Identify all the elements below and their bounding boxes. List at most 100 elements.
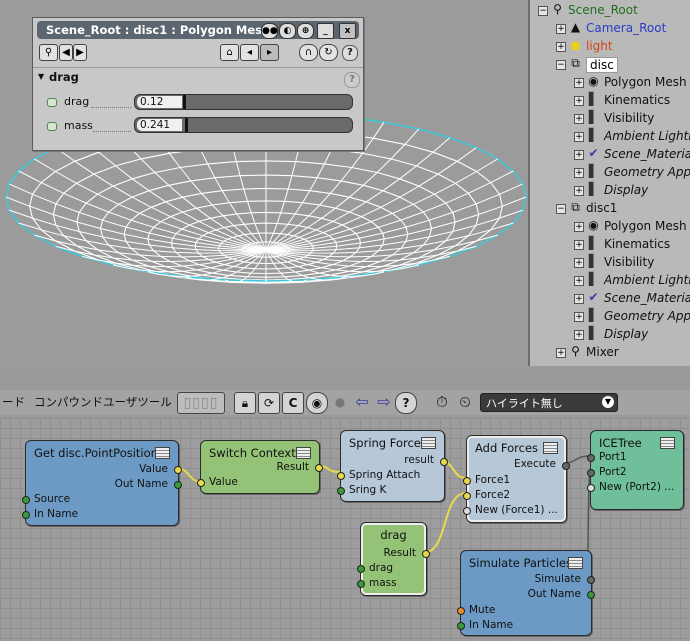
port-in-name[interactable] [22, 511, 30, 519]
property-panel-titlebar[interactable]: Scene_Root : disc1 : Polygon Mesh ... ●●… [37, 21, 359, 39]
property-panel[interactable]: Scene_Root : disc1 : Polygon Mesh ... ●●… [32, 17, 364, 151]
tree-item[interactable]: − ⧉ disc1 [530, 200, 690, 218]
expand-icon[interactable]: + [574, 132, 584, 142]
tree-item[interactable]: + ● light [530, 38, 690, 56]
tree-item[interactable]: + ▌ Visibility [530, 254, 690, 272]
key-icon[interactable]: ⚲ [39, 44, 58, 61]
node-menu-icon[interactable] [155, 447, 170, 459]
tree-item[interactable]: + ▌ Display [530, 326, 690, 344]
scene-explorer[interactable]: − ⚲ Scene_Root + ▲ Camera_Root + ● light − ⧉ disc + ◉… [528, 0, 690, 366]
port-mass[interactable] [357, 580, 365, 588]
expand-icon[interactable]: + [574, 186, 584, 196]
mass-value[interactable]: 0.241 [137, 119, 182, 131]
help-icon[interactable]: ? [395, 392, 417, 414]
refresh-icon[interactable]: ↻ [319, 44, 338, 61]
tree-item[interactable]: − ⧉ disc [530, 56, 690, 74]
port-force1[interactable] [463, 477, 471, 485]
node-menu-icon[interactable] [568, 557, 583, 569]
node-drag[interactable]: drag Result drag mass [357, 522, 430, 596]
port-result[interactable] [440, 458, 448, 466]
port-result[interactable] [315, 464, 323, 472]
tree-item[interactable]: + ✔ Scene_Material [530, 146, 690, 164]
node-menu-icon[interactable] [296, 447, 311, 459]
expand-icon[interactable]: + [574, 312, 584, 322]
collapse-icon[interactable]: − [556, 60, 566, 70]
expand-icon[interactable]: + [574, 240, 584, 250]
port-execute[interactable] [562, 462, 570, 470]
node-ice-tree[interactable]: ICETree Port1 Port2 New (Port2) ... [587, 430, 684, 510]
port-port1[interactable] [587, 454, 595, 462]
expand-icon[interactable]: + [556, 348, 566, 358]
node-switch-context[interactable]: Switch Context Result Value [197, 440, 323, 494]
port-in-name[interactable] [457, 622, 465, 630]
tree-item[interactable]: − ⚲ Scene_Root [530, 2, 690, 20]
highlight-select[interactable]: ハイライト無し ▼ [480, 393, 618, 412]
menu-compound[interactable]: コンパウンド [34, 394, 103, 410]
tree-item[interactable]: + ▌ Ambient Lighting [530, 128, 690, 146]
magnet-icon[interactable]: ∩ [299, 44, 318, 61]
stopwatch-icon[interactable]: ⏱ [432, 392, 452, 412]
tree-item[interactable]: + ◉ Polygon Mesh [530, 74, 690, 92]
expand-icon[interactable]: + [574, 168, 584, 178]
minimize-button[interactable]: _ [317, 23, 334, 39]
node-get-point-position[interactable]: Get disc.PointPosition Value Out Name So… [22, 440, 182, 526]
tree-item[interactable]: + ▌ Visibility [530, 110, 690, 128]
mass-slider[interactable]: 0.241 [134, 117, 353, 133]
expand-icon[interactable]: + [574, 78, 584, 88]
tree-item[interactable]: + ▌ Ambient Lighting [530, 272, 690, 290]
memo-slots-icon[interactable]: ▯▯▯▯ [177, 392, 225, 414]
globe-icon[interactable]: ◐ [279, 23, 296, 39]
expand-icon[interactable]: + [574, 114, 584, 124]
port-new-port[interactable] [587, 484, 595, 492]
drag-slider[interactable]: 0.12 [134, 94, 353, 110]
expand-icon[interactable]: + [574, 258, 584, 268]
node-menu-icon[interactable] [421, 437, 436, 449]
close-button[interactable]: x [339, 23, 356, 39]
animate-drag-icon[interactable] [47, 98, 57, 107]
tree-item[interactable]: + ▌ Kinematics [530, 92, 690, 110]
port-force2[interactable] [463, 492, 471, 500]
port-spring-k[interactable] [337, 487, 345, 495]
expand-icon[interactable]: + [574, 330, 584, 340]
forward-arrow-icon[interactable]: ⇨ [374, 392, 394, 412]
node-menu-icon[interactable] [660, 437, 675, 449]
clear-icon[interactable]: C [282, 392, 304, 414]
tree-item[interactable]: + ▌ Geometry Approx [530, 308, 690, 326]
port-simulate[interactable] [587, 576, 595, 584]
collapse-arrow-icon[interactable]: ▼ [38, 72, 44, 81]
tree-item[interactable]: + ✔ Scene_Material [530, 290, 690, 308]
expand-icon[interactable]: + [574, 276, 584, 286]
lock-icon[interactable]: ⊕ [297, 23, 314, 39]
port-value[interactable] [174, 466, 182, 474]
expand-icon[interactable]: + [574, 96, 584, 106]
section-header-drag[interactable]: drag [49, 70, 79, 84]
menu-mode[interactable]: ード [2, 394, 25, 410]
port-source[interactable] [22, 496, 30, 504]
port-mute[interactable] [457, 607, 465, 615]
back-arrow-icon[interactable]: ⇦ [352, 392, 372, 412]
port-out-name[interactable] [587, 591, 595, 599]
lock-icon[interactable]: 🔒︎ [234, 392, 256, 414]
forward-icon[interactable]: ▸ [260, 44, 279, 61]
port-new-force[interactable] [463, 507, 471, 515]
tree-item[interactable]: + ⚲ Mixer [530, 344, 690, 362]
menu-user-tools[interactable]: ユーザツール [103, 394, 172, 410]
tree-item[interactable]: + ◉ Polygon Mesh [530, 218, 690, 236]
drag-slider-knob[interactable] [183, 95, 186, 109]
expand-icon[interactable]: + [574, 294, 584, 304]
back-icon[interactable]: ◂ [240, 44, 259, 61]
ice-graph[interactable]: Get disc.PointPosition Value Out Name So… [0, 418, 690, 641]
port-out-name[interactable] [174, 481, 182, 489]
port-result[interactable] [422, 550, 430, 558]
home-icon[interactable]: ⌂ [220, 44, 239, 61]
help-icon[interactable]: ? [342, 45, 358, 61]
view-icon[interactable]: ●● [261, 23, 278, 39]
tree-item[interactable]: + ▲ Camera_Root [530, 20, 690, 38]
expand-icon[interactable]: + [574, 150, 584, 160]
globe-icon[interactable]: ◉ [306, 392, 328, 414]
expand-icon[interactable]: + [556, 42, 566, 52]
node-spring-force[interactable]: Spring Force result Spring Attach Sring … [337, 430, 448, 502]
prev-icon[interactable]: ◀ [59, 44, 73, 61]
node-simulate-particles[interactable]: Simulate Particles Simulate Out Name Mut… [457, 550, 595, 636]
node-menu-icon[interactable] [543, 442, 558, 454]
